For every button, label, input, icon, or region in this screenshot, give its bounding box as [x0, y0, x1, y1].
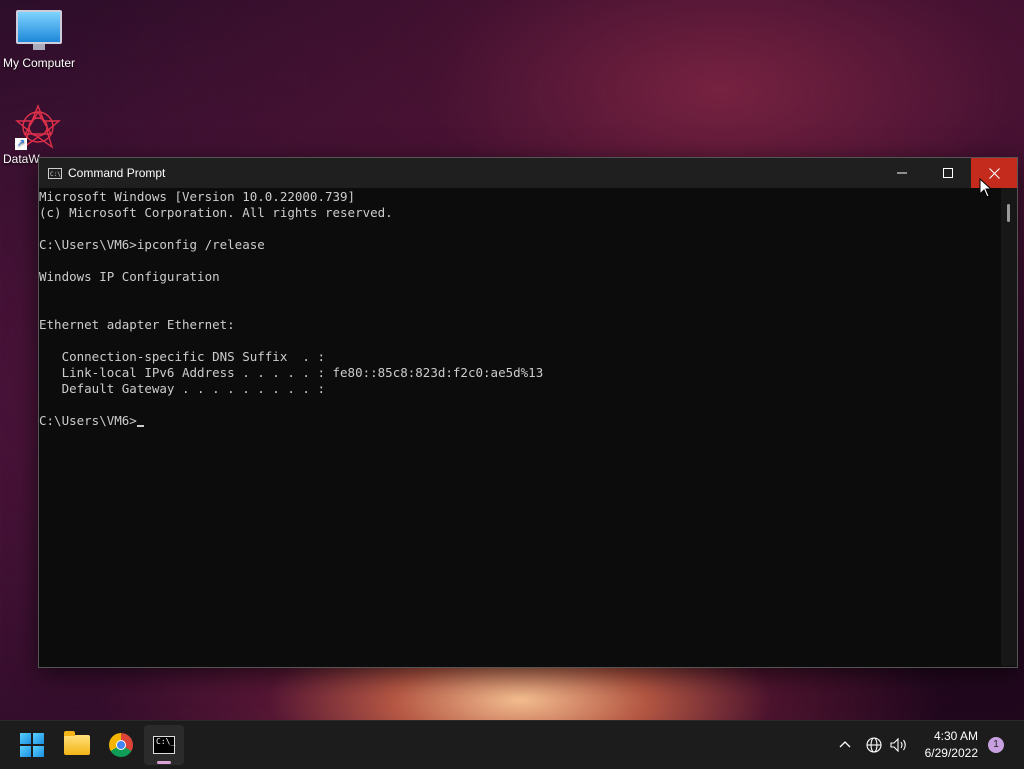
file-explorer-icon [64, 731, 90, 755]
chrome-icon [109, 733, 133, 757]
console-prompt: C:\Users\VM6> [39, 413, 137, 428]
console-line: C:\Users\VM6>ipconfig /release [39, 237, 265, 252]
chrome-button[interactable] [105, 729, 137, 761]
clock[interactable]: 4:30 AM 6/29/2022 [925, 728, 978, 762]
vertical-scrollbar[interactable] [1001, 188, 1017, 666]
command-prompt-icon: C:\_ [153, 736, 175, 754]
start-icon [20, 733, 44, 757]
console-line: Windows IP Configuration [39, 269, 220, 284]
close-icon [988, 167, 1000, 179]
desktop-icon-my-computer[interactable]: My Computer [0, 10, 78, 70]
clock-time: 4:30 AM [933, 729, 978, 743]
title-bar[interactable]: C:\ Command Prompt [39, 158, 1017, 188]
console-line: Connection-specific DNS Suffix . : [39, 349, 325, 364]
speaker-icon[interactable] [889, 736, 909, 754]
command-prompt-taskbar-button[interactable]: C:\_ [144, 725, 184, 765]
close-button[interactable] [971, 158, 1017, 188]
active-indicator [157, 761, 171, 764]
chevron-up-icon[interactable] [837, 737, 853, 753]
datawrapper-icon: ↗ [15, 104, 61, 150]
minimize-button[interactable] [879, 158, 925, 188]
file-explorer-button[interactable] [61, 729, 93, 761]
system-tray [837, 721, 909, 769]
console-line: (c) Microsoft Corporation. All rights re… [39, 205, 393, 220]
console-line: Link-local IPv6 Address . . . . . : fe80… [39, 365, 544, 380]
minimize-icon [897, 172, 907, 174]
monitor-icon [16, 10, 62, 50]
globe-icon[interactable] [865, 736, 883, 754]
console-line: Microsoft Windows [Version 10.0.22000.73… [39, 189, 356, 204]
start-button[interactable] [16, 729, 48, 761]
text-cursor [136, 425, 144, 427]
console-line: Default Gateway . . . . . . . . . : [39, 381, 325, 396]
console-output[interactable]: Microsoft Windows [Version 10.0.22000.73… [39, 188, 1001, 666]
notification-badge[interactable]: 1 [988, 737, 1004, 753]
shortcut-arrow-icon: ↗ [15, 138, 27, 150]
console-line: Ethernet adapter Ethernet: [39, 317, 235, 332]
maximize-button[interactable] [925, 158, 971, 188]
console-prompt-line[interactable]: C:\Users\VM6> [39, 413, 1001, 429]
desktop-icon-label: My Computer [2, 56, 76, 70]
window-title: Command Prompt [68, 166, 166, 180]
mouse-pointer-icon [979, 178, 993, 198]
clock-date: 6/29/2022 [924, 746, 978, 760]
command-prompt-icon: C:\ [48, 167, 62, 179]
scrollbar-thumb[interactable] [1007, 204, 1010, 222]
taskbar: C:\_ 4:30 AM 6/29/2022 1 [0, 720, 1024, 769]
maximize-icon [943, 168, 953, 178]
command-prompt-window[interactable]: C:\ Command Prompt Microsoft Windows [Ve… [38, 157, 1018, 668]
